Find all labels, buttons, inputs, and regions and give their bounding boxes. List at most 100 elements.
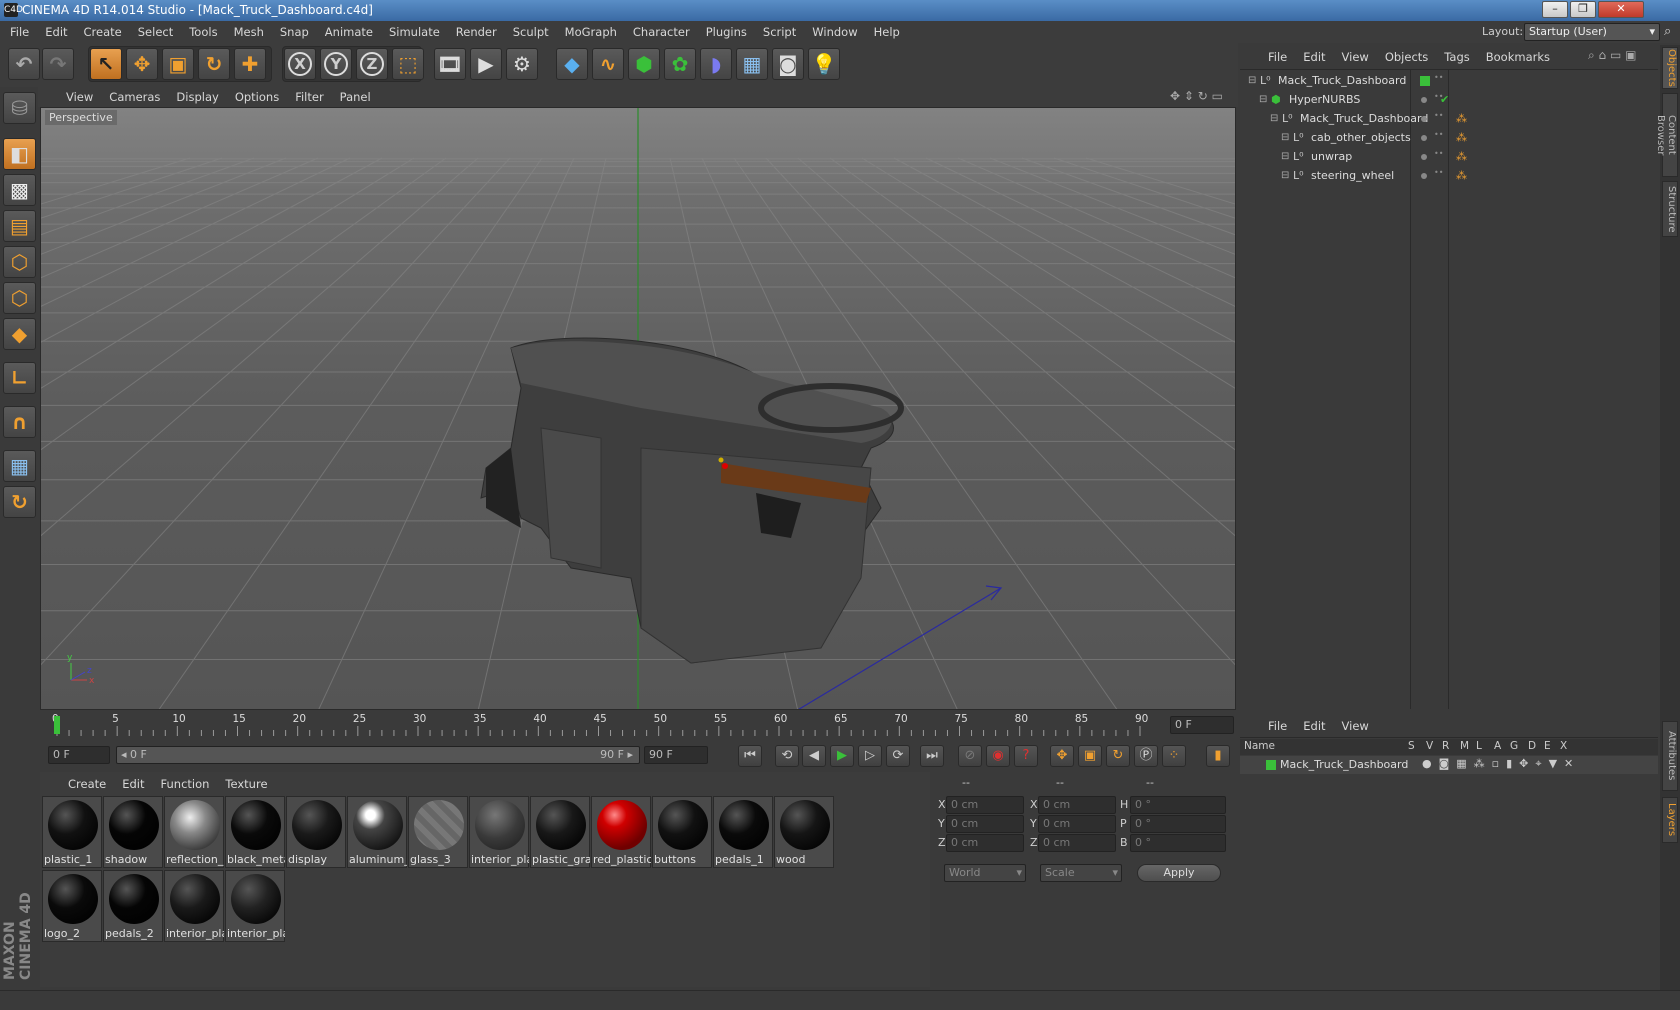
object-menu-tags[interactable]: Tags xyxy=(1436,49,1477,65)
layer-header-e[interactable]: E xyxy=(1544,740,1551,752)
make-editable-icon[interactable]: ⛁ xyxy=(3,92,36,124)
material-pedals-2[interactable]: pedals_2 xyxy=(103,870,163,942)
start-frame-field[interactable]: 0 F xyxy=(48,746,110,764)
object-row[interactable]: ⊟ L⁰ unwrap •• ⁂ xyxy=(1240,147,1658,167)
visibility-dot-icon[interactable] xyxy=(1421,97,1427,103)
viewport-3d[interactable]: y x z Perspective xyxy=(40,107,1236,710)
frame-range-slider[interactable]: ◂ 0 F 90 F ▸ xyxy=(116,746,640,764)
undo-icon[interactable]: ↶ xyxy=(8,48,40,80)
points-mode-icon[interactable]: ⬡ xyxy=(3,246,36,278)
x-axis-icon[interactable]: X xyxy=(284,48,316,80)
render-view-icon[interactable]: 🎞 xyxy=(434,48,466,80)
size-field[interactable]: 0 cm xyxy=(1038,834,1116,852)
menu-snap[interactable]: Snap xyxy=(272,21,317,43)
material-buttons[interactable]: buttons xyxy=(652,796,712,868)
autokey-icon[interactable]: ◉ xyxy=(986,745,1010,767)
minimize-button[interactable]: – xyxy=(1542,1,1568,18)
key-scale-icon[interactable]: ▣ xyxy=(1078,745,1102,767)
expand-toggle-icon[interactable]: ⊟ xyxy=(1281,147,1289,167)
menu-tools[interactable]: Tools xyxy=(181,21,225,43)
nurbs-icon[interactable]: ⬢ xyxy=(628,48,660,80)
tab-layers[interactable]: Layers xyxy=(1662,797,1678,843)
tab-content-browser[interactable]: Content Browser xyxy=(1655,93,1678,177)
layer-header-name[interactable]: Name xyxy=(1244,740,1275,752)
key-rotation-icon[interactable]: ↻ xyxy=(1106,745,1130,767)
texture-mode-icon[interactable]: ▩ xyxy=(3,174,36,206)
object-name[interactable]: Mack_Truck_Dashboard xyxy=(1278,71,1406,91)
viewport-camera-label[interactable]: Perspective xyxy=(45,110,117,125)
light-icon[interactable]: 💡 xyxy=(808,48,840,80)
render-dot-icon[interactable]: •• xyxy=(1434,131,1443,144)
polygons-mode-icon[interactable]: ◆ xyxy=(3,318,36,350)
viewport-menu-filter[interactable]: Filter xyxy=(287,87,331,107)
tab-objects[interactable]: Objects xyxy=(1662,47,1678,89)
model-mode-icon[interactable]: ◧ xyxy=(3,138,36,170)
render-dot-icon[interactable]: •• xyxy=(1434,93,1443,106)
deformer-icon[interactable]: ◗ xyxy=(700,48,732,80)
key-parameter-icon[interactable]: Ⓟ xyxy=(1134,745,1158,767)
layer-header-v[interactable]: V xyxy=(1426,740,1433,752)
object-menu-objects[interactable]: Objects xyxy=(1377,49,1436,65)
render-dot-icon[interactable]: •• xyxy=(1434,150,1443,163)
end-frame-field[interactable]: 90 F xyxy=(644,746,708,764)
visibility-dot-icon[interactable] xyxy=(1421,173,1427,179)
menu-mesh[interactable]: Mesh xyxy=(226,21,272,43)
render-dot-icon[interactable]: •• xyxy=(1434,112,1443,125)
layer-menu-view[interactable]: View xyxy=(1334,717,1377,735)
layer-header-r[interactable]: R xyxy=(1442,740,1449,752)
menu-simulate[interactable]: Simulate xyxy=(381,21,448,43)
object-name[interactable]: steering_wheel xyxy=(1311,166,1394,186)
object-manager-tools-icon[interactable]: ⌕ ⌂ ▭ ▣ xyxy=(1588,48,1636,63)
layer-header-a[interactable]: A xyxy=(1494,740,1501,752)
keyframe-selection-icon[interactable]: ? xyxy=(1014,745,1038,767)
menu-render[interactable]: Render xyxy=(448,21,505,43)
array-icon[interactable]: ✿ xyxy=(664,48,696,80)
rotate-icon[interactable]: ↻ xyxy=(198,48,230,80)
menu-sculpt[interactable]: Sculpt xyxy=(505,21,557,43)
material-reflection[interactable]: reflection_ xyxy=(164,796,224,868)
object-row[interactable]: ⊟ ⬢ HyperNURBS •• ✔ xyxy=(1240,90,1658,110)
play-icon[interactable]: ▶ xyxy=(830,745,854,767)
material-interior-pla[interactable]: interior_pla xyxy=(469,796,529,868)
cube-icon[interactable]: ◆ xyxy=(556,48,588,80)
material-red-plastic[interactable]: red_plastic xyxy=(591,796,651,868)
object-row[interactable]: ⊟ L⁰ steering_wheel •• ⁂ xyxy=(1240,166,1658,186)
tab-attributes[interactable]: Attributes xyxy=(1662,721,1678,791)
edges-mode-icon[interactable]: ⬡ xyxy=(3,282,36,314)
layer-color-swatch[interactable] xyxy=(1266,760,1276,770)
layer-toggle-icons[interactable]: ●◙▦⁂▫▮✥⌖▼✕ xyxy=(1422,757,1580,771)
playhead[interactable] xyxy=(54,716,60,734)
restore-button[interactable]: ❐ xyxy=(1570,1,1596,18)
enabled-check-icon[interactable]: ✔ xyxy=(1440,90,1449,110)
object-menu-edit[interactable]: Edit xyxy=(1295,49,1333,65)
material-interior-pla[interactable]: interior_pla xyxy=(225,870,285,942)
previous-key-icon[interactable]: ⟲ xyxy=(775,745,799,767)
layer-menu-file[interactable]: File xyxy=(1260,717,1295,735)
menu-script[interactable]: Script xyxy=(755,21,804,43)
coordinate-mode-select[interactable]: Scale ▾ xyxy=(1040,864,1122,882)
layer-row[interactable]: Mack_Truck_Dashboard ●◙▦⁂▫▮✥⌖▼✕ xyxy=(1240,756,1658,774)
menu-animate[interactable]: Animate xyxy=(317,21,381,43)
object-menu-view[interactable]: View xyxy=(1334,49,1377,65)
object-row[interactable]: ⊟ L⁰ Mack_Truck_Dashboard •• xyxy=(1240,71,1658,91)
snap-icon[interactable]: ∩ xyxy=(3,406,36,438)
layer-header-d[interactable]: D xyxy=(1528,740,1536,752)
material-wood[interactable]: wood xyxy=(774,796,834,868)
move-icon[interactable]: ✥ xyxy=(126,48,158,80)
layout-select[interactable]: Startup (User) ▾ xyxy=(1524,23,1660,41)
material-menu-edit[interactable]: Edit xyxy=(114,776,152,792)
menu-select[interactable]: Select xyxy=(130,21,181,43)
expand-toggle-icon[interactable]: ⊟ xyxy=(1259,90,1267,110)
position-field[interactable]: 0 cm xyxy=(946,796,1024,814)
object-name[interactable]: HyperNURBS xyxy=(1289,90,1360,110)
timeline-window-icon[interactable]: ▮ xyxy=(1206,745,1230,767)
texture-tag-icon[interactable]: ⁂ xyxy=(1456,109,1467,129)
close-button[interactable]: ✕ xyxy=(1598,1,1644,18)
search-icon[interactable]: ⌕ xyxy=(1664,24,1671,39)
object-name[interactable]: Mack_Truck_Dashboard xyxy=(1300,109,1428,129)
object-menu-bookmarks[interactable]: Bookmarks xyxy=(1478,49,1558,65)
y-axis-icon[interactable]: Y xyxy=(320,48,352,80)
go-to-start-icon[interactable]: ⏮ xyxy=(738,745,762,767)
axis-mode-icon[interactable]: ∟ xyxy=(3,362,36,394)
material-interior-pla[interactable]: interior_pla xyxy=(164,870,224,942)
